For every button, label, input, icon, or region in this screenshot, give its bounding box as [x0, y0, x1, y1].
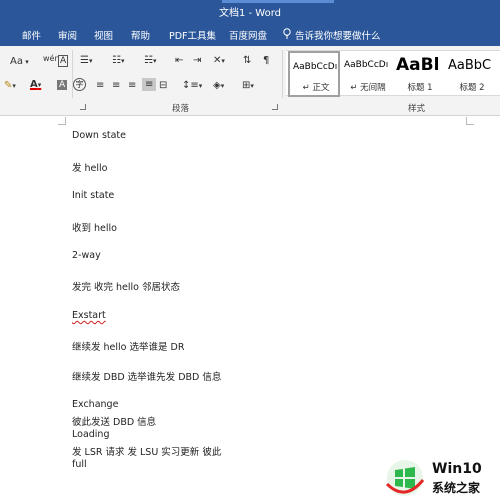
title-bar: 文档1 - Word — [0, 0, 500, 22]
chinese-layout-icon[interactable]: ✕▾ — [213, 55, 225, 66]
bullets-icon[interactable]: ☰▾ — [80, 55, 92, 66]
shading-icon[interactable]: ◈▾ — [213, 80, 224, 91]
crop-mark — [58, 117, 66, 125]
distributed-icon[interactable]: ⊟ — [159, 80, 167, 91]
styles-group-label: 样式 — [408, 104, 426, 114]
tab-baidu-netdisk[interactable]: 百度网盘 — [229, 28, 267, 42]
tab-pdf-tools[interactable]: PDF工具集 — [169, 28, 216, 42]
ribbon-tab-bar: 邮件 审阅 视图 帮助 PDF工具集 百度网盘 告诉我你想要做什么 — [0, 22, 500, 46]
crop-mark — [466, 117, 474, 125]
divider — [72, 50, 73, 98]
paragraph-dialog-launcher[interactable] — [272, 104, 278, 110]
divider — [282, 50, 283, 98]
align-center-icon[interactable]: ≡ — [112, 80, 120, 91]
sort-icon[interactable]: ⇅ — [243, 55, 251, 66]
show-formatting-icon[interactable]: ¶ — [263, 55, 269, 66]
font-dialog-launcher[interactable] — [80, 104, 86, 110]
char-shading-icon[interactable]: A — [57, 80, 68, 90]
doc-line: 继续发 hello 选举谁是 DR — [72, 342, 185, 353]
doc-line: Down state — [72, 130, 127, 141]
doc-line: Exchange — [72, 399, 119, 410]
font-color-icon[interactable]: A▾ — [30, 79, 41, 90]
doc-line: 收到 hello — [72, 223, 117, 234]
tell-me-search[interactable]: 告诉我你想要做什么 — [295, 28, 381, 42]
doc-line: 发完 收完 hello 邻居状态 — [72, 282, 181, 293]
doc-line: 彼此发送 DBD 信息 — [72, 417, 157, 428]
style-no-spacing[interactable]: AaBbCcDı ↵ 无间隔 — [342, 51, 394, 97]
doc-line: full — [72, 459, 87, 470]
doc-line-spellcheck: Exstart — [72, 310, 106, 321]
paragraph-group-label: 段落 — [172, 104, 190, 114]
doc-line: Init state — [72, 190, 115, 201]
tab-view[interactable]: 视图 — [94, 28, 113, 42]
borders-icon[interactable]: ⊞▾ — [242, 80, 254, 91]
style-heading-1[interactable]: AaBl 标题 1 — [394, 51, 446, 97]
window-title: 文档1 - Word — [218, 8, 282, 19]
style-heading-2[interactable]: AaBbC 标题 2 — [446, 51, 498, 97]
watermark-brand: Win10 — [432, 461, 482, 477]
numbering-icon[interactable]: ☷▾ — [112, 55, 124, 66]
align-left-icon[interactable]: ≡ — [96, 80, 104, 91]
change-case-button[interactable]: Aa ▾ — [10, 56, 29, 67]
tab-review[interactable]: 审阅 — [58, 28, 77, 42]
line-spacing-icon[interactable]: ↕≡▾ — [182, 80, 202, 91]
align-right-icon[interactable]: ≡ — [128, 80, 136, 91]
tab-help[interactable]: 帮助 — [131, 28, 150, 42]
chevron-down-icon: ▾ — [22, 58, 29, 66]
tab-mailings[interactable]: 邮件 — [22, 28, 41, 42]
increase-indent-icon[interactable]: ⇥ — [193, 55, 201, 66]
watermark-site: 系统之家 — [432, 481, 481, 495]
highlight-color-icon[interactable]: ✎▾ — [4, 80, 16, 91]
doc-line: Loading — [72, 429, 110, 440]
enclose-char-icon[interactable]: 字 — [73, 78, 86, 91]
justify-icon[interactable]: ≡ — [142, 78, 157, 91]
decrease-indent-icon[interactable]: ⇤ — [175, 55, 183, 66]
lightbulb-icon — [283, 28, 291, 39]
style-normal[interactable]: AaBbCcDı ↵ 正文 — [288, 51, 340, 97]
doc-line: 继续发 DBD 选举谁先发 DBD 信息 — [72, 372, 222, 383]
doc-line: 发 LSR 请求 发 LSU 实习更新 彼此 — [72, 447, 222, 458]
char-border-icon[interactable]: A — [58, 55, 69, 67]
doc-line: 2-way — [72, 250, 101, 261]
styles-gallery: AaBbCcDı ↵ 正文 AaBbCcDı ↵ 无间隔 AaBl 标题 1 A… — [286, 50, 500, 97]
multilevel-list-icon[interactable]: ☵▾ — [144, 55, 156, 66]
doc-line: 发 hello — [72, 163, 108, 174]
title-accent — [222, 0, 334, 3]
